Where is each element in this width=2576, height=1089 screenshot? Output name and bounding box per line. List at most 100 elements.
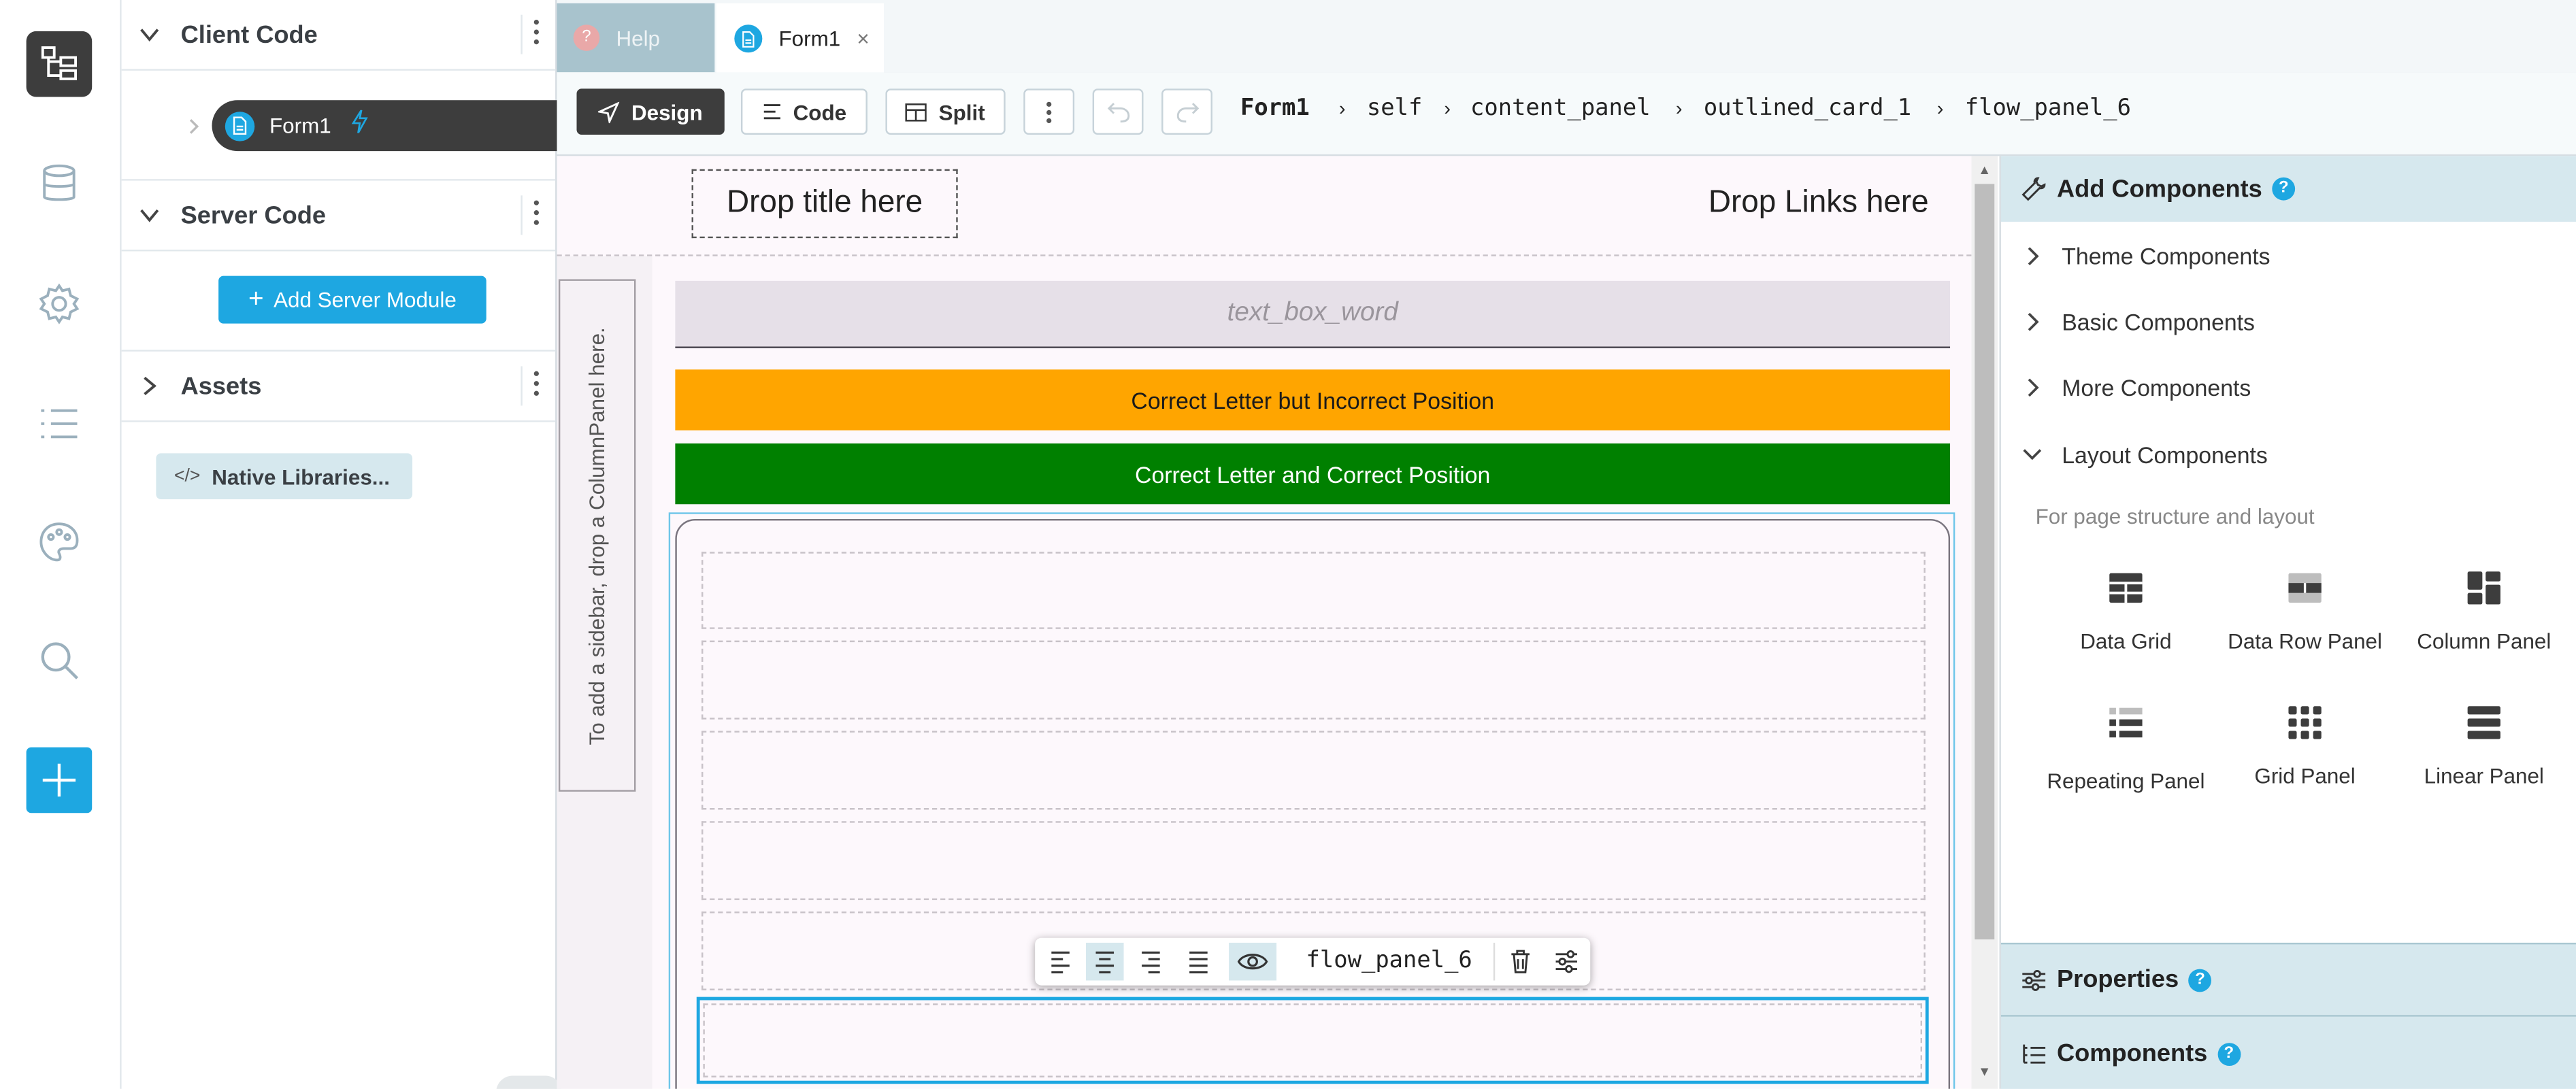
- align-justify-icon[interactable]: [1180, 943, 1218, 981]
- linear-panel-component[interactable]: Linear Panel: [2394, 703, 2575, 788]
- properties-header[interactable]: Properties ?: [2000, 942, 2576, 1016]
- assets-header[interactable]: Assets: [121, 350, 556, 422]
- header-divider: [557, 254, 1972, 256]
- more-components-group[interactable]: More Components: [2001, 355, 2576, 421]
- breadcrumb-content-panel[interactable]: content_panel: [1470, 95, 1651, 122]
- search-icon[interactable]: [27, 627, 93, 693]
- help-icon[interactable]: ?: [2188, 968, 2212, 992]
- grid-panel-component[interactable]: Grid Panel: [2215, 703, 2396, 788]
- palette-icon[interactable]: [27, 509, 93, 575]
- add-server-module-label: Add Server Module: [274, 287, 457, 312]
- column-panel-icon: [2467, 571, 2500, 605]
- tab-help-label: Help: [616, 25, 661, 50]
- chevron-right-icon[interactable]: [187, 115, 200, 144]
- tree-list-icon: [2023, 1043, 2046, 1063]
- title-drop-zone[interactable]: Drop title here: [691, 169, 958, 239]
- components-header[interactable]: Components ?: [2000, 1015, 2576, 1089]
- close-icon[interactable]: ×: [857, 27, 869, 51]
- list-icon[interactable]: [27, 391, 93, 457]
- canvas-scrollbar[interactable]: ▲ ▼: [1971, 156, 1998, 1089]
- flow-panel-slot[interactable]: [701, 821, 1926, 901]
- client-code-header[interactable]: Client Code: [121, 0, 556, 71]
- theme-components-group[interactable]: Theme Components: [2001, 223, 2576, 289]
- more-components-label: More Components: [2062, 374, 2251, 401]
- help-icon: ?: [573, 24, 600, 51]
- align-left-icon[interactable]: [1042, 943, 1080, 981]
- more-options-button[interactable]: [1023, 88, 1075, 135]
- form-icon: [225, 110, 255, 141]
- flow-panel-slot[interactable]: [701, 552, 1926, 629]
- breadcrumb-self[interactable]: self: [1367, 95, 1422, 122]
- collapse-handle[interactable]: [496, 1075, 562, 1089]
- sidebar-hint: To add a sidebar, drop a ColumnPanel her…: [584, 326, 610, 745]
- flow-panel-slot[interactable]: [701, 640, 1926, 720]
- split-button[interactable]: Split: [885, 88, 1006, 135]
- flow-panel-slot[interactable]: [701, 731, 1926, 810]
- design-label: Design: [631, 99, 703, 124]
- client-code-menu-icon[interactable]: [521, 14, 542, 54]
- chevron-right-icon: [144, 376, 156, 395]
- title-drop-label: Drop title here: [727, 185, 923, 220]
- lightning-icon: [350, 110, 367, 141]
- undo-button[interactable]: [1092, 88, 1144, 135]
- layout-hint: For page structure and layout: [2035, 504, 2315, 529]
- scroll-up-icon[interactable]: ▲: [1978, 163, 1991, 178]
- app-tree-icon[interactable]: [26, 31, 93, 97]
- delete-icon[interactable]: [1502, 943, 1540, 981]
- sidebar-drop-zone[interactable]: To add a sidebar, drop a ColumnPanel her…: [558, 279, 636, 792]
- help-icon[interactable]: ?: [2217, 1042, 2241, 1065]
- links-drop-label: Drop Links here: [1708, 185, 1929, 220]
- text-box-word[interactable]: text_box_word: [675, 280, 1951, 348]
- toolbar-divider: [1493, 942, 1496, 981]
- code-icon: </>: [174, 466, 201, 486]
- data-row-panel-component[interactable]: Data Row Panel: [2215, 568, 2396, 654]
- form1-item[interactable]: Form1: [212, 100, 574, 152]
- scrollbar-thumb[interactable]: [1975, 184, 1995, 940]
- theme-components-label: Theme Components: [2062, 243, 2270, 269]
- undo-icon: [1106, 101, 1129, 122]
- flow-panel-6[interactable]: [696, 996, 1929, 1084]
- redo-button[interactable]: [1161, 88, 1212, 135]
- design-button[interactable]: Design: [576, 88, 725, 135]
- assets-menu-icon[interactable]: [521, 366, 542, 406]
- scroll-down-icon[interactable]: ▼: [1978, 1065, 1991, 1079]
- native-libraries-label: Native Libraries...: [212, 464, 390, 489]
- settings-icon[interactable]: [27, 271, 93, 337]
- wrench-icon: [2021, 177, 2046, 201]
- components-title: Components: [2057, 1039, 2208, 1068]
- add-components-title: Add Components: [2057, 175, 2262, 203]
- add-server-module-button[interactable]: + Add Server Module: [218, 275, 486, 324]
- orange-legend-label[interactable]: Correct Letter but Incorrect Position: [675, 369, 1951, 431]
- grid-panel-icon: [2288, 706, 2322, 739]
- server-code-header[interactable]: Server Code: [121, 179, 556, 252]
- server-code-menu-icon[interactable]: [521, 195, 542, 235]
- database-icon[interactable]: [27, 151, 93, 217]
- layout-components-group[interactable]: Layout Components: [2001, 422, 2576, 488]
- green-legend-text: Correct Letter and Correct Position: [1135, 460, 1491, 487]
- breadcrumb-form1[interactable]: Form1: [1240, 95, 1310, 122]
- chevron-right-icon: [2028, 247, 2039, 266]
- help-icon[interactable]: ?: [2272, 177, 2296, 201]
- breadcrumb-outlined-card[interactable]: outlined_card_1: [1704, 95, 1911, 122]
- align-right-icon[interactable]: [1132, 943, 1170, 981]
- column-panel-component[interactable]: Column Panel: [2394, 568, 2575, 654]
- chevron-down-icon: [2023, 449, 2042, 460]
- properties-sliders-icon[interactable]: [1547, 943, 1585, 981]
- tab-help[interactable]: ? Help: [557, 3, 715, 73]
- add-icon[interactable]: [26, 747, 93, 814]
- breadcrumb-flow-panel[interactable]: flow_panel_6: [1965, 95, 2131, 122]
- assets-label: Assets: [180, 371, 262, 400]
- sliders-icon: [2022, 969, 2046, 990]
- repeating-panel-component[interactable]: Repeating Panel: [2036, 703, 2217, 797]
- native-libraries-button[interactable]: </> Native Libraries...: [156, 453, 413, 500]
- basic-components-group[interactable]: Basic Components: [2001, 289, 2576, 355]
- tab-form1[interactable]: Form1 ×: [716, 3, 885, 74]
- align-center-icon[interactable]: [1086, 942, 1124, 981]
- green-legend-label[interactable]: Correct Letter and Correct Position: [675, 443, 1951, 505]
- editor-tabs: ? Help Form1 ×: [557, 0, 2576, 74]
- visibility-icon[interactable]: [1229, 942, 1277, 981]
- data-grid-component[interactable]: Data Grid: [2036, 568, 2217, 654]
- add-components-header[interactable]: Add Components ?: [2000, 156, 2576, 222]
- links-drop-zone[interactable]: Drop Links here: [1708, 186, 1929, 222]
- code-button[interactable]: Code: [740, 88, 868, 135]
